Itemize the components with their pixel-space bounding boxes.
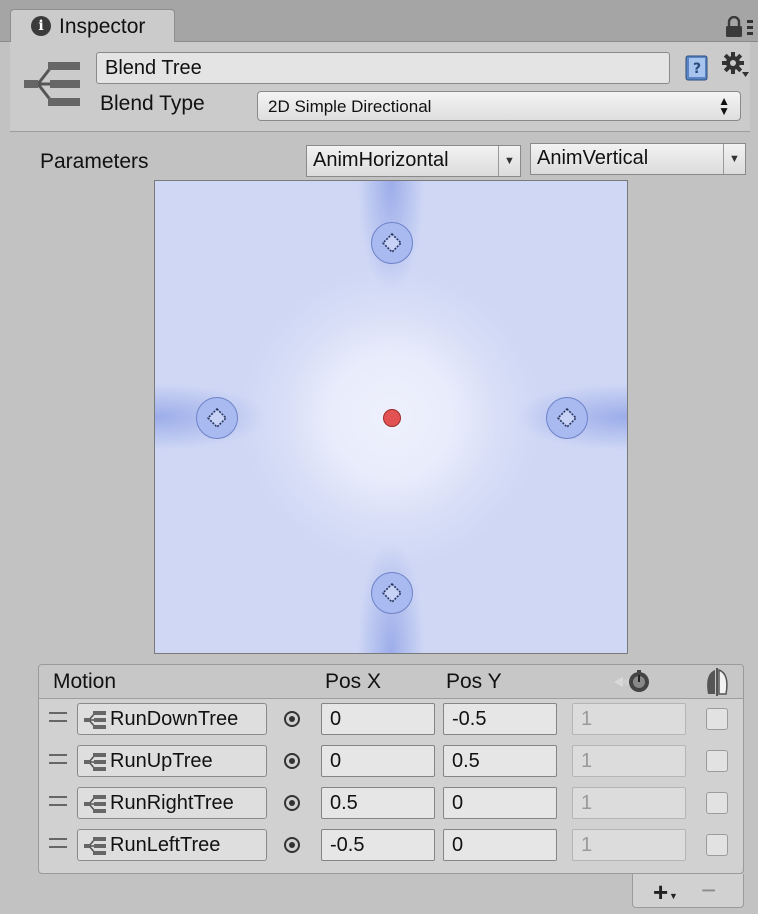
x-parameter-value: AnimHorizontal bbox=[313, 149, 449, 171]
dropdown-mini-arrow-icon: ▼ bbox=[669, 891, 678, 901]
remove-motion-button[interactable]: − bbox=[701, 875, 731, 905]
speed-field: 1 bbox=[572, 745, 686, 777]
y-parameter-value: AnimVertical bbox=[537, 147, 649, 169]
add-label: + bbox=[653, 877, 669, 907]
motion-row: RunLeftTree -0.5 0 1 bbox=[39, 825, 743, 867]
mirror-checkbox[interactable] bbox=[706, 750, 728, 772]
pos-x-field[interactable]: 0 bbox=[321, 703, 435, 735]
y-parameter-dropdown[interactable]: AnimVertical ▼ bbox=[530, 143, 746, 175]
speed-field: 1 bbox=[572, 829, 686, 861]
pos-x-field[interactable]: 0.5 bbox=[321, 787, 435, 819]
motion-list-header: Motion Pos X Pos Y bbox=[39, 665, 743, 699]
motion-name: RunUpTree bbox=[110, 750, 213, 772]
motion-point[interactable] bbox=[371, 222, 413, 264]
motion-list: Motion Pos X Pos Y RunDownTree 0 -0.5 1 RunU… bbox=[38, 664, 744, 874]
diamond-icon bbox=[381, 232, 403, 254]
motion-column-header: Motion bbox=[53, 670, 117, 693]
add-motion-button[interactable]: + ▼ bbox=[653, 877, 683, 907]
pos-y-column-header: Pos Y bbox=[446, 670, 502, 693]
mirror-checkbox[interactable] bbox=[706, 792, 728, 814]
tab-label: Inspector bbox=[59, 15, 146, 38]
speed-field: 1 bbox=[572, 787, 686, 819]
motion-name: RunDownTree bbox=[110, 708, 239, 730]
object-picker-icon[interactable] bbox=[284, 753, 300, 769]
blend-type-value: 2D Simple Directional bbox=[268, 97, 432, 116]
inspector-header: ? Blend Type 2D Simple Directional ▲▼ bbox=[10, 42, 750, 132]
svg-text:?: ? bbox=[693, 61, 701, 77]
blend-tree-icon bbox=[84, 711, 106, 729]
select-arrows-icon: ▲ ▼ bbox=[718, 94, 730, 118]
speed-icon bbox=[614, 670, 649, 692]
blend-tree-name-input[interactable] bbox=[96, 52, 670, 84]
object-picker-icon[interactable] bbox=[284, 795, 300, 811]
gear-icon[interactable] bbox=[722, 52, 750, 80]
dropdown-arrow-icon: ▼ bbox=[498, 146, 520, 176]
drag-handle[interactable] bbox=[49, 796, 67, 806]
motion-row: RunDownTree 0 -0.5 1 bbox=[39, 699, 743, 741]
parameters-label: Parameters bbox=[40, 150, 149, 173]
tab-inspector[interactable]: i Inspector bbox=[10, 9, 175, 43]
pos-x-column-header: Pos X bbox=[325, 670, 382, 693]
diamond-icon bbox=[206, 407, 228, 429]
blend-tree-icon bbox=[84, 795, 106, 813]
motion-point[interactable] bbox=[371, 572, 413, 614]
blend-tree-icon bbox=[24, 62, 80, 106]
motion-object-field[interactable]: RunDownTree bbox=[77, 703, 267, 735]
tab-bar: i Inspector bbox=[0, 0, 758, 43]
motion-name: RunRightTree bbox=[110, 792, 234, 814]
diamond-icon bbox=[556, 407, 578, 429]
mirror-checkbox[interactable] bbox=[706, 708, 728, 730]
tab-menu-icon[interactable] bbox=[744, 18, 756, 36]
lock-icon[interactable] bbox=[722, 16, 746, 38]
motion-point[interactable] bbox=[546, 397, 588, 439]
motion-name: RunLeftTree bbox=[110, 834, 221, 856]
blend-position-marker[interactable] bbox=[383, 409, 401, 427]
motion-point[interactable] bbox=[196, 397, 238, 439]
blend-tree-icon bbox=[84, 837, 106, 855]
motion-object-field[interactable]: RunLeftTree bbox=[77, 829, 267, 861]
motion-object-field[interactable]: RunRightTree bbox=[77, 787, 267, 819]
pos-y-field[interactable]: -0.5 bbox=[443, 703, 557, 735]
drag-handle[interactable] bbox=[49, 754, 67, 764]
pos-y-field[interactable]: 0 bbox=[443, 829, 557, 861]
mirror-icon bbox=[707, 668, 728, 696]
motion-list-footer: + ▼ − bbox=[632, 874, 744, 908]
pos-y-field[interactable]: 0 bbox=[443, 787, 557, 819]
pos-x-field[interactable]: -0.5 bbox=[321, 829, 435, 861]
info-icon: i bbox=[31, 16, 51, 36]
mirror-checkbox[interactable] bbox=[706, 834, 728, 856]
diamond-icon bbox=[381, 582, 403, 604]
motion-row: RunRightTree 0.5 0 1 bbox=[39, 783, 743, 825]
blend-graph[interactable] bbox=[154, 180, 628, 654]
speed-field: 1 bbox=[572, 703, 686, 735]
pos-y-field[interactable]: 0.5 bbox=[443, 745, 557, 777]
drag-handle[interactable] bbox=[49, 712, 67, 722]
motion-object-field[interactable]: RunUpTree bbox=[77, 745, 267, 777]
blend-tree-icon bbox=[84, 753, 106, 771]
object-picker-icon[interactable] bbox=[284, 711, 300, 727]
dropdown-arrow-icon: ▼ bbox=[723, 144, 745, 174]
help-book-icon[interactable]: ? bbox=[684, 54, 710, 82]
object-picker-icon[interactable] bbox=[284, 837, 300, 853]
blend-type-select[interactable]: 2D Simple Directional ▲ ▼ bbox=[257, 91, 741, 121]
x-parameter-dropdown[interactable]: AnimHorizontal ▼ bbox=[306, 145, 521, 177]
drag-handle[interactable] bbox=[49, 838, 67, 848]
blend-type-label: Blend Type bbox=[100, 92, 205, 115]
pos-x-field[interactable]: 0 bbox=[321, 745, 435, 777]
motion-row: RunUpTree 0 0.5 1 bbox=[39, 741, 743, 783]
